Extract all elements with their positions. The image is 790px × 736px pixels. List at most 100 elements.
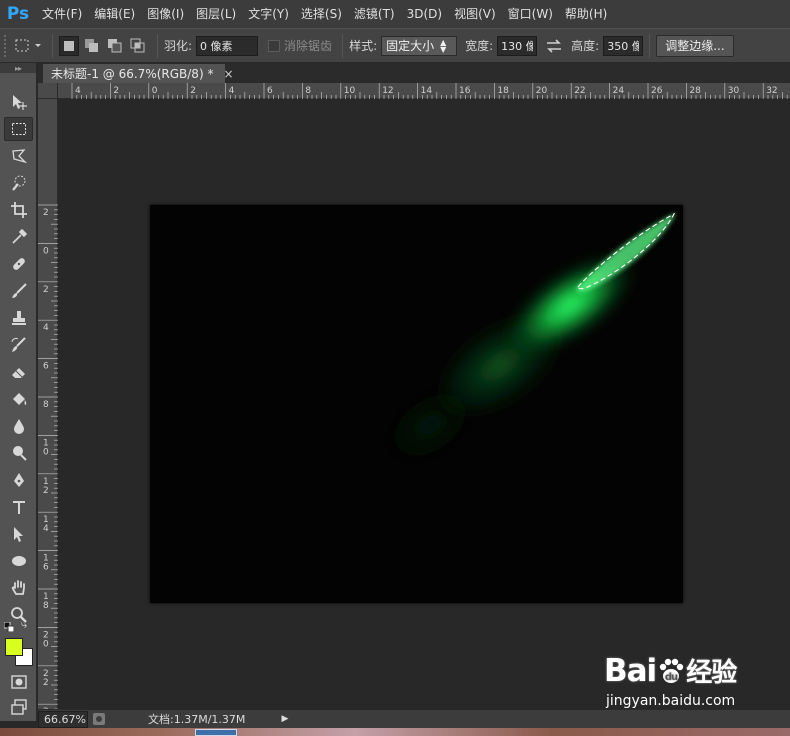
menu-3d[interactable]: 3D(D) [401, 0, 448, 28]
document-tab-bar: 未标题-1 @ 66.7%(RGB/8) * × [38, 63, 790, 83]
menu-window[interactable]: 窗口(W) [502, 0, 559, 28]
status-menu-arrow-icon[interactable]: ▶ [278, 711, 292, 728]
foreground-color-swatch[interactable] [5, 638, 23, 656]
close-icon[interactable]: × [223, 67, 233, 81]
path-selection-tool-icon[interactable] [4, 522, 33, 546]
quick-mask-icon[interactable] [4, 670, 33, 694]
ruler-label: 8 [43, 601, 49, 611]
ruler-label: 6 [43, 563, 49, 573]
ruler-origin[interactable] [38, 83, 58, 99]
toolbox: ▸▸ ⤷ [0, 63, 37, 721]
menu-edit[interactable]: 编辑(E) [88, 0, 141, 28]
add-to-selection-icon[interactable] [82, 36, 102, 56]
style-select[interactable]: 固定大小 ▲ ▼ [381, 35, 458, 56]
paint-bucket-tool-icon[interactable] [4, 387, 33, 411]
ruler-label: 10 [344, 86, 356, 96]
style-value: 固定大小 [386, 39, 435, 53]
status-bar: 66.67% 文档:1.37M/1.37M ▶ [38, 709, 790, 728]
ruler-label: 30 [728, 86, 740, 96]
ruler-label: 2 [43, 285, 49, 295]
width-label: 宽度: [465, 39, 494, 53]
refine-edge-button[interactable]: 调整边缘... [656, 34, 734, 57]
pen-tool-icon[interactable] [4, 468, 33, 492]
ruler-label: 8 [43, 400, 49, 410]
height-input[interactable] [603, 35, 644, 56]
separator [649, 33, 651, 58]
options-bar: 羽化: 消除锯齿 样式: 固定大小 ▲▼ 宽度: 高度: 调整边缘... [0, 28, 790, 63]
healing-brush-tool-icon[interactable] [4, 252, 33, 276]
ruler-label: 18 [497, 86, 509, 96]
menu-help[interactable]: 帮助(H) [559, 0, 613, 28]
taskbar-app-button[interactable] [195, 729, 237, 736]
height-label: 高度: [571, 39, 600, 53]
width-input[interactable] [497, 35, 538, 56]
ruler-label: 22 [574, 86, 585, 96]
eraser-tool-icon[interactable] [4, 360, 33, 384]
select-arrows-icon: ▲ ▼ [440, 37, 447, 54]
proof-setup-icon[interactable] [90, 711, 108, 728]
feather-input[interactable] [196, 35, 259, 56]
ruler-label: 0 [43, 639, 49, 649]
antialias-checkbox[interactable] [268, 39, 281, 52]
ruler-label: 2 [43, 208, 49, 218]
zoom-level-field[interactable]: 66.67% [38, 710, 88, 728]
history-brush-tool-icon[interactable] [4, 333, 33, 357]
ruler-label: 4 [43, 323, 49, 333]
lasso-tool-icon[interactable] [4, 144, 33, 168]
default-colors-icon[interactable] [3, 621, 15, 633]
crop-tool-icon[interactable] [4, 198, 33, 222]
ruler-label: 2 [113, 86, 119, 96]
vertical-ruler[interactable]: 2024681012141618202224 [38, 99, 58, 709]
separator [157, 33, 158, 58]
photoshop-logo: Ps [6, 4, 30, 24]
menu-filter[interactable]: 滤镜(T) [348, 0, 401, 28]
menu-select[interactable]: 选择(S) [295, 0, 348, 28]
ruler-label: 12 [382, 86, 393, 96]
menu-bar: Ps 文件(F) 编辑(E) 图像(I) 图层(L) 文字(Y) 选择(S) 滤… [0, 0, 790, 28]
antialias-label: 消除锯齿 [284, 39, 333, 53]
menu-image[interactable]: 图像(I) [141, 0, 190, 28]
ellipse-tool-icon[interactable] [4, 549, 33, 573]
ruler-label: 24 [613, 86, 625, 96]
options-grip[interactable] [4, 34, 12, 57]
ruler-label: 0 [152, 86, 158, 96]
menu-layer[interactable]: 图层(L) [190, 0, 242, 28]
ruler-label: 2 [190, 86, 196, 96]
type-tool-icon[interactable] [4, 495, 33, 519]
blur-tool-icon[interactable] [4, 414, 33, 438]
hand-tool-icon[interactable] [4, 576, 33, 600]
menu-type[interactable]: 文字(Y) [242, 0, 295, 28]
dodge-tool-icon[interactable] [4, 441, 33, 465]
clone-stamp-tool-icon[interactable] [4, 306, 33, 330]
horizontal-ruler[interactable]: 4 2 0 2 4 6 8 10 12 14 16 18 20 22 24 26 28 30 32 [58, 83, 790, 99]
document-size-info: 文档:1.37M/1.37M [148, 713, 246, 726]
swap-colors-icon[interactable]: ⤷ [21, 619, 33, 631]
ruler-label: 2 [43, 678, 49, 688]
canvas-workspace[interactable] [59, 100, 790, 709]
quick-selection-tool-icon[interactable] [4, 171, 33, 195]
ruler-label: 4 [229, 86, 235, 96]
document-canvas[interactable] [150, 205, 683, 603]
ruler-label: 8 [305, 86, 311, 96]
document-tab[interactable]: 未标题-1 @ 66.7%(RGB/8) * × [42, 63, 234, 83]
screen-mode-icon[interactable] [4, 695, 33, 719]
green-glow-artwork [367, 212, 676, 480]
move-tool-icon[interactable] [4, 90, 33, 114]
style-label: 样式: [349, 39, 378, 53]
document-tab-title: 未标题-1 @ 66.7%(RGB/8) * [51, 67, 214, 81]
new-selection-icon[interactable] [59, 35, 79, 56]
rectangular-marquee-tool-icon[interactable] [4, 117, 33, 141]
brush-tool-icon[interactable] [4, 279, 33, 303]
marquee-preset-icon[interactable] [12, 35, 46, 57]
ruler-label: 2 [43, 486, 49, 496]
subtract-from-selection-icon[interactable] [105, 36, 125, 56]
intersect-selection-icon[interactable] [128, 36, 148, 56]
ruler-label: 32 [766, 86, 777, 96]
swap-dimensions-icon[interactable] [537, 35, 571, 57]
ruler-label: 4 [75, 86, 81, 96]
ruler-label: 26 [651, 86, 663, 96]
menu-file[interactable]: 文件(F) [36, 0, 88, 28]
menu-view[interactable]: 视图(V) [448, 0, 502, 28]
eyedropper-tool-icon[interactable] [4, 225, 33, 249]
toolbox-collapse-icon[interactable]: ▸▸ [0, 63, 36, 73]
